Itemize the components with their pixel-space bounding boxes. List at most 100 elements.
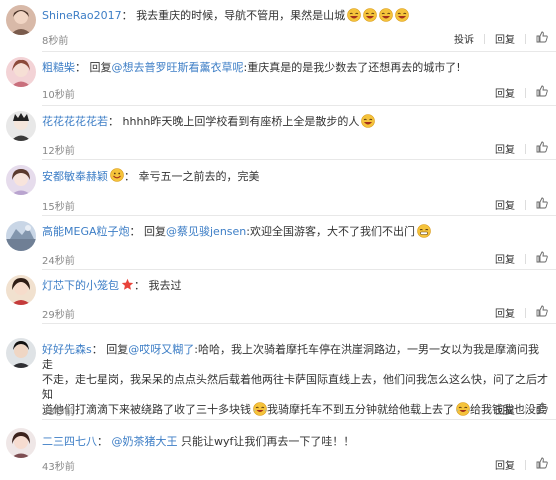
comment-item: ShineRao2017： 我去重庆的时候，导航不管用，果然是山城 8秒前 投诉…	[0, 0, 556, 52]
comment-item: 安都敏奉赫颖： 幸亏五一之前去的，完美 15秒前 回复	[0, 160, 556, 216]
comment-text-line3b: 我骑摩托车不到五分钟就给他载上去了	[267, 403, 454, 416]
comment-actions: 回复	[491, 197, 548, 212]
avatar[interactable]	[6, 5, 36, 35]
reply-button[interactable]: 回复	[491, 457, 519, 472]
comment-actions: 回复	[491, 305, 548, 320]
avatar[interactable]	[6, 165, 36, 195]
timestamp: 8秒前	[42, 36, 69, 47]
divider	[525, 33, 526, 44]
comment-item: 灯芯下的小笼包： 我去过 29秒前 回复	[0, 270, 556, 324]
thumbs-up-icon[interactable]	[536, 31, 548, 46]
reply-button[interactable]: 回复	[491, 141, 519, 156]
comment-list: ShineRao2017： 我去重庆的时候，导航不管用，果然是山城 8秒前 投诉…	[0, 0, 556, 480]
comment-text: 只能让wyf让我们再去一下了哇！！	[181, 435, 355, 448]
comment-body: 好好先森s： 回复@哎呀又糊了:哈哈，我上次骑着摩托车停在洪崖洞路边，一男一女以…	[42, 342, 548, 420]
comment-item: 高能MEGA粒子炮： 回复@蔡见骏jensen:欢迎全国游客，大不了我们不出门 …	[0, 216, 556, 270]
reply-button[interactable]: 回复	[491, 305, 519, 320]
comment-actions: 投诉 回复	[450, 31, 548, 46]
thumbs-up-icon[interactable]	[536, 251, 548, 266]
thumbs-up-icon[interactable]	[536, 141, 548, 156]
thumbs-up-icon[interactable]	[536, 457, 548, 472]
avatar[interactable]	[6, 221, 36, 251]
timestamp: 10秒前	[42, 90, 75, 101]
reply-button[interactable]: 回复	[491, 31, 519, 46]
timestamp: 33秒前	[42, 407, 75, 418]
username-link[interactable]: 好好先森s	[42, 343, 92, 356]
reply-button[interactable]: 回复	[491, 402, 519, 417]
comment-text: 我去过	[148, 279, 182, 292]
comment-item: 好好先森s： 回复@哎呀又糊了:哈哈，我上次骑着摩托车停在洪崖洞路边，一男一女以…	[0, 324, 556, 420]
laugh-emoji-icon	[363, 8, 377, 26]
divider	[525, 459, 526, 470]
mention-link[interactable]: @奶茶猪大王	[112, 435, 178, 448]
username-link[interactable]: 二三四七八	[42, 435, 97, 448]
thumbs-up-icon[interactable]	[536, 197, 548, 212]
comment-item: 粗糙柴： 回复@想去普罗旺斯看薰衣草呢:重庆真是的是我少数去了还想再去的城市了!…	[0, 52, 556, 106]
comment-actions: 回复	[491, 251, 548, 266]
username-link[interactable]: 灯芯下的小笼包	[42, 279, 119, 292]
comment-body: 灯芯下的小笼包： 我去过	[42, 278, 548, 295]
mention-link[interactable]: @想去普罗旺斯看薰衣草呢	[112, 61, 244, 74]
timestamp: 43秒前	[42, 462, 75, 473]
avatar[interactable]	[6, 111, 36, 141]
reply-prefix: 回复	[144, 225, 166, 238]
avatar[interactable]	[6, 275, 36, 305]
timestamp: 29秒前	[42, 310, 75, 321]
comment-body: 粗糙柴： 回复@想去普罗旺斯看薰衣草呢:重庆真是的是我少数去了还想再去的城市了!	[42, 61, 461, 74]
comment-body: 高能MEGA粒子炮： 回复@蔡见骏jensen:欢迎全国游客，大不了我们不出门	[42, 224, 548, 242]
divider	[525, 199, 526, 210]
laugh-emoji-icon	[347, 8, 361, 26]
divider	[484, 33, 485, 44]
thumbs-up-icon[interactable]	[536, 305, 548, 320]
laugh-tears-emoji-icon	[456, 402, 470, 420]
grin-emoji-icon	[110, 168, 124, 186]
laugh-emoji-icon	[395, 8, 409, 26]
thumbs-up-icon[interactable]	[536, 85, 548, 100]
divider	[525, 87, 526, 98]
avatar[interactable]	[6, 57, 36, 87]
reply-button[interactable]: 回复	[491, 197, 519, 212]
comment-text: :重庆真是的是我少数去了还想再去的城市了!	[243, 61, 461, 74]
comment-item: 花花花花花若： hhhh昨天晚上回学校看到有座桥上全是散步的人 12秒前 回复	[0, 106, 556, 160]
timestamp: 15秒前	[42, 202, 75, 213]
avatar[interactable]	[6, 338, 36, 368]
comment-actions: 回复	[491, 402, 548, 417]
comment-text: hhhh昨天晚上回学校看到有座桥上全是散步的人	[122, 115, 360, 128]
reply-prefix: 回复	[89, 61, 112, 74]
star-icon	[121, 278, 134, 295]
comment-text: 幸亏五一之前去的，完美	[138, 170, 260, 183]
username-link[interactable]: ShineRao2017	[42, 9, 122, 22]
comment-body: 二三四七八： @奶茶猪大王 只能让wyf让我们再去一下了哇！！	[42, 435, 355, 448]
comment-text: :欢迎全国游客，大不了我们不出门	[246, 225, 415, 238]
comment-body: ShineRao2017： 我去重庆的时候，导航不管用，果然是山城	[42, 8, 548, 26]
reply-button[interactable]: 回复	[491, 85, 519, 100]
mention-link[interactable]: @蔡见骏jensen	[166, 225, 246, 238]
divider	[525, 253, 526, 264]
comment-body: 花花花花花若： hhhh昨天晚上回学校看到有座桥上全是散步的人	[42, 114, 548, 132]
username-link[interactable]: 花花花花花若	[42, 115, 108, 128]
timestamp: 12秒前	[42, 146, 75, 157]
username-link[interactable]: 高能MEGA粒子炮	[42, 225, 130, 238]
comment-actions: 回复	[491, 457, 548, 472]
comment-text: 我去重庆的时候，导航不管用，果然是山城	[136, 9, 346, 22]
reply-prefix: 回复	[106, 343, 129, 356]
comment-item: 二三四七八： @奶茶猪大王 只能让wyf让我们再去一下了哇！！ 43秒前 回复	[0, 420, 556, 480]
comment-text-line2: 不走，走七星岗，我呆呆的点点头然后载着他两往卡萨国际直线上去，他们问我怎么这么快…	[42, 373, 548, 401]
divider	[525, 307, 526, 318]
mention-link[interactable]: @哎呀又糊了	[128, 343, 194, 356]
username-link[interactable]: 安都敏奉赫颖	[42, 170, 108, 183]
laugh-tears-emoji-icon	[253, 402, 267, 420]
comment-body: 安都敏奉赫颖： 幸亏五一之前去的，完美	[42, 168, 548, 186]
report-button[interactable]: 投诉	[450, 31, 478, 46]
thumbs-up-icon[interactable]	[536, 402, 548, 417]
reply-button[interactable]: 回复	[491, 251, 519, 266]
avatar[interactable]	[6, 428, 36, 458]
comment-actions: 回复	[491, 141, 548, 156]
comment-actions: 回复	[491, 85, 548, 100]
divider	[525, 404, 526, 415]
timestamp: 24秒前	[42, 256, 75, 267]
smile-emoji-icon	[417, 224, 431, 242]
laugh-emoji-icon	[361, 114, 376, 132]
username-link[interactable]: 粗糙柴	[42, 61, 75, 74]
divider	[525, 143, 526, 154]
